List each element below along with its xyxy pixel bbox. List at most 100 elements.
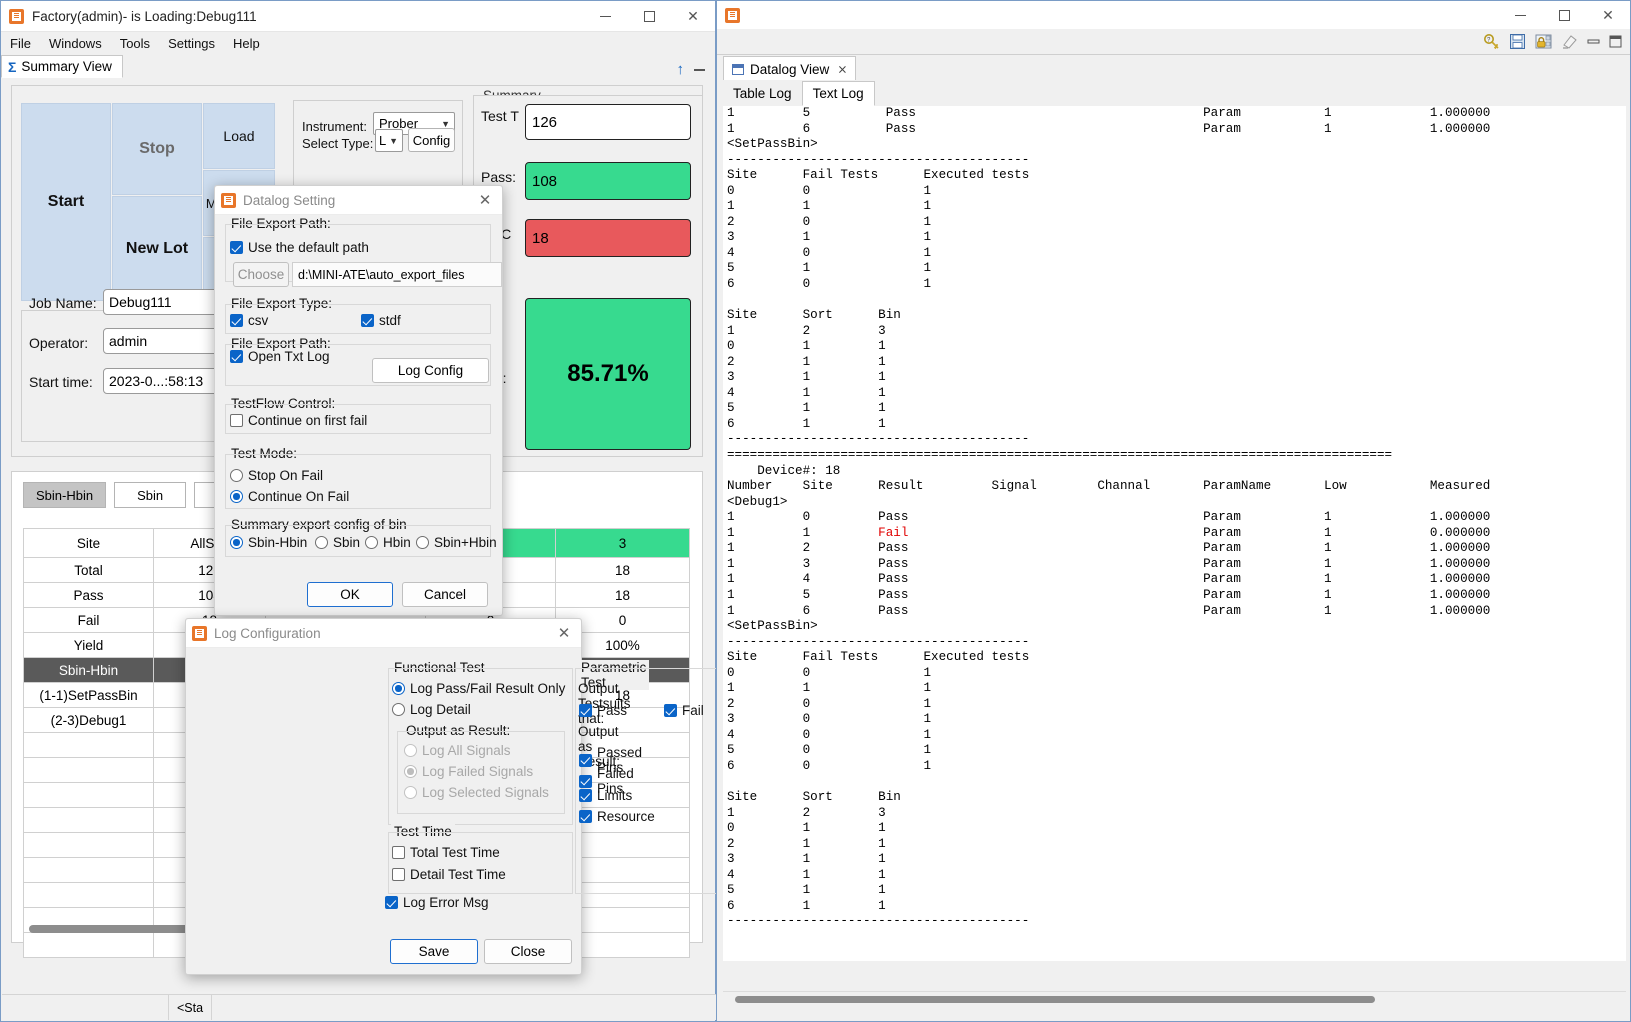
bin-option-hbin[interactable]: Hbin (365, 535, 411, 550)
log-selected-signals-label: Log Selected Signals (422, 785, 549, 800)
col-bin3: 3 (556, 529, 690, 558)
start-button[interactable]: Start (21, 103, 111, 301)
pass-label: Pass: (481, 169, 516, 185)
pass-label: Pass (597, 703, 627, 718)
close-icon[interactable]: ✕ (468, 186, 502, 214)
datalog-toolbar: ? (717, 29, 1630, 55)
stop-on-fail-radio[interactable]: Stop On Fail (230, 468, 323, 483)
datalog-setting-dialog: Datalog Setting ✕ File Export Path: Use … (214, 185, 503, 616)
app-icon (221, 193, 236, 208)
close-button[interactable]: ✕ (671, 1, 715, 32)
stdf-label: stdf (379, 313, 401, 328)
table-cell: 18 (556, 558, 690, 583)
menu-windows[interactable]: Windows (40, 34, 111, 53)
limits-checkbox[interactable]: Limits (579, 788, 632, 803)
export-path-input[interactable]: d:\MINI-ATE\auto_export_files (292, 262, 502, 287)
log-failed-signals-radio[interactable]: Log Failed Signals (404, 764, 533, 779)
select-type-select[interactable]: L ▼ (375, 129, 403, 152)
csv-checkbox[interactable]: csv (230, 313, 268, 328)
save-button[interactable]: Save (390, 939, 478, 964)
bin-option-sbin-plus-hbin[interactable]: Sbin+Hbin (416, 535, 497, 550)
menu-settings[interactable]: Settings (159, 34, 224, 53)
tab-summary-view[interactable]: Σ Summary View (1, 55, 123, 78)
save-icon[interactable] (1509, 33, 1526, 50)
menu-tools[interactable]: Tools (111, 34, 159, 53)
table-cell-empty (24, 758, 154, 783)
eraser-icon[interactable] (1561, 33, 1578, 50)
minimize-button[interactable] (1498, 0, 1542, 31)
close-icon[interactable]: ⨯ (837, 62, 847, 76)
menu-help[interactable]: Help (224, 34, 269, 53)
col-site: Site (24, 529, 154, 558)
ok-button[interactable]: OK (307, 582, 393, 607)
lock-icon[interactable] (1535, 33, 1552, 50)
choose-button[interactable]: Choose (233, 262, 289, 287)
bin-option-sbin-hbin[interactable]: Sbin-Hbin (230, 535, 307, 550)
close-button[interactable]: ✕ (1586, 0, 1630, 31)
log-selected-signals-radio[interactable]: Log Selected Signals (404, 785, 549, 800)
use-default-path-checkbox[interactable]: Use the default path (230, 240, 369, 255)
tab-summary-view-label: Summary View (21, 59, 112, 74)
log-error-msg-label: Log Error Msg (403, 895, 489, 910)
fail-checkbox[interactable]: Fail (664, 703, 704, 718)
table-cell: Total (24, 558, 154, 583)
bintab-sbin-hbin[interactable]: Sbin-Hbin (23, 482, 106, 508)
bin-option-sbin[interactable]: Sbin (315, 535, 360, 550)
new-lot-button[interactable]: New Lot (112, 196, 202, 301)
menubar: File Windows Tools Settings Help (1, 32, 715, 54)
load-button[interactable]: Load (203, 103, 275, 169)
limits-label: Limits (597, 788, 632, 803)
menu-file[interactable]: File (1, 34, 40, 53)
test-time-group (388, 832, 573, 894)
tab-datalog-view[interactable]: Datalog View ⨯ (723, 56, 856, 81)
key-search-icon[interactable]: ? (1483, 33, 1500, 50)
open-txt-log-checkbox[interactable]: Open Txt Log (230, 349, 330, 364)
log-detail-radio[interactable]: Log Detail (392, 702, 471, 717)
maximize-button[interactable] (1542, 0, 1586, 31)
resource-label: Resource (597, 809, 655, 824)
total-test-time-checkbox[interactable]: Total Test Time (392, 845, 500, 860)
minimize-button[interactable] (583, 1, 627, 32)
datalog-horizontal-scrollbar[interactable] (735, 996, 1375, 1003)
tab-text-log[interactable]: Text Log (802, 81, 875, 106)
log-tab-row: Table Log Text Log (723, 80, 1626, 107)
minimize-view-icon[interactable] (694, 69, 705, 71)
continue-on-first-fail-checkbox[interactable]: Continue on first fail (230, 413, 367, 428)
resource-checkbox[interactable]: Resource (579, 809, 655, 824)
log-failed-signals-label: Log Failed Signals (422, 764, 533, 779)
config-button[interactable]: Config (408, 128, 455, 152)
maximize-button[interactable] (627, 1, 671, 32)
log-all-signals-radio[interactable]: Log All Signals (404, 743, 511, 758)
tab-table-log[interactable]: Table Log (723, 81, 802, 106)
table-cell: 18 (556, 583, 690, 608)
log-config-button[interactable]: Log Config (372, 358, 489, 383)
minimize-panel-icon[interactable] (1587, 35, 1600, 48)
continue-on-fail-label: Continue On Fail (248, 489, 349, 504)
close-icon[interactable]: ✕ (547, 619, 581, 647)
datalog-setting-title: Datalog Setting (243, 193, 335, 208)
cancel-button[interactable]: Cancel (402, 582, 488, 607)
fail-value-box: 18 (525, 219, 691, 257)
app-icon (192, 626, 207, 641)
statusbar-spacer (2, 995, 169, 1020)
text-log-content[interactable]: 1 5 Pass Param 1 1.000000 1 6 Pass Param… (723, 106, 1626, 961)
log-all-signals-label: Log All Signals (422, 743, 511, 758)
total-test-time-label: Total Test Time (410, 845, 500, 860)
view-tabstrip: Σ Summary View ↑ (1, 54, 715, 79)
stop-button[interactable]: Stop (112, 103, 202, 195)
instrument-label: Instrument: (302, 119, 367, 134)
bintab-sbin[interactable]: Sbin (114, 482, 186, 508)
table-cell: (2-3)Debug1 (24, 708, 154, 733)
export-icon[interactable]: ↑ (677, 61, 685, 78)
close-button[interactable]: Close (484, 939, 572, 964)
detail-test-time-checkbox[interactable]: Detail Test Time (392, 867, 506, 882)
table-cell: Yield (24, 633, 154, 658)
log-error-msg-checkbox[interactable]: Log Error Msg (385, 895, 489, 910)
operator-label: Operator: (29, 335, 88, 351)
continue-on-fail-radio[interactable]: Continue On Fail (230, 489, 349, 504)
pass-checkbox[interactable]: Pass (579, 703, 627, 718)
stdf-checkbox[interactable]: stdf (361, 313, 401, 328)
maximize-panel-icon[interactable] (1609, 35, 1622, 48)
window-icon (732, 64, 744, 75)
log-pass-fail-only-radio[interactable]: Log Pass/Fail Result Only (392, 681, 565, 696)
